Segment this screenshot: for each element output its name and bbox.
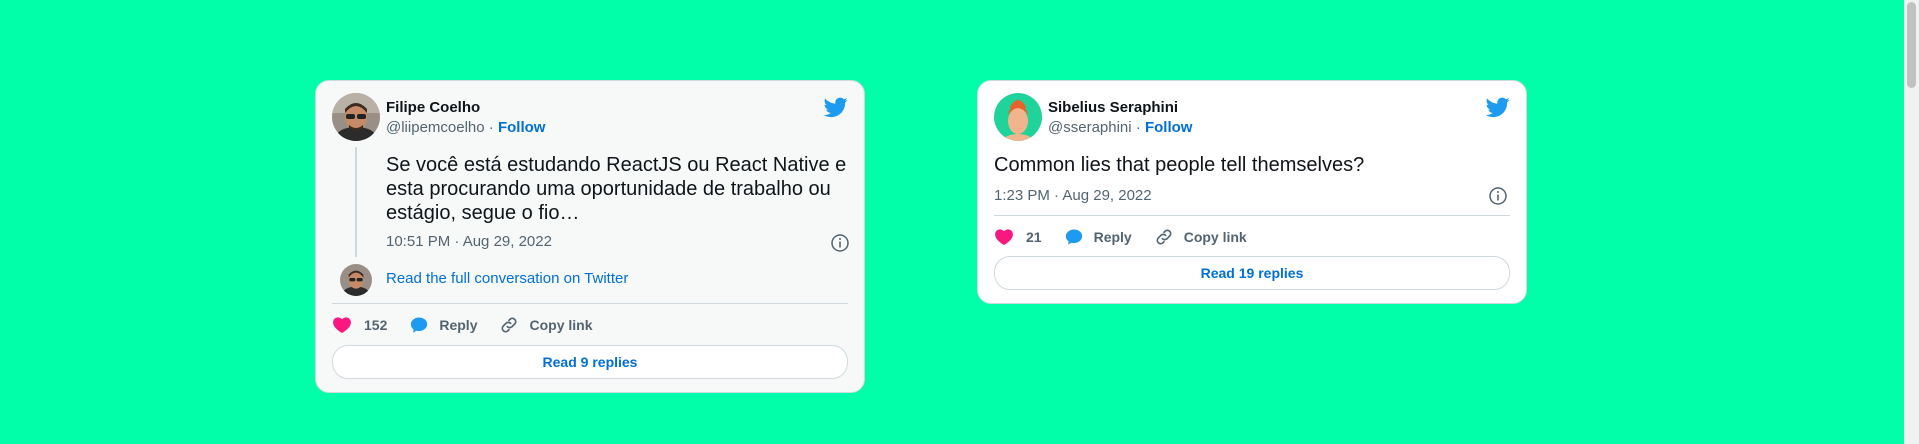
tweet-card-sibelius[interactable]: Sibelius Seraphini @sseraphini · Follow … (977, 80, 1527, 304)
author-handle-row: @sseraphini · Follow (1048, 119, 1192, 136)
read-replies-button[interactable]: Read 19 replies (994, 256, 1510, 290)
thread-line (355, 147, 357, 257)
copy-link-button[interactable]: Copy link (499, 315, 593, 335)
reply-label: Reply (439, 317, 478, 333)
tweet-timestamp[interactable]: 10:51 PM · Aug 29, 2022 (386, 233, 552, 250)
read-replies-button[interactable]: Read 9 replies (332, 345, 848, 379)
link-icon (502, 317, 517, 333)
tweet-header: Sibelius Seraphini @sseraphini · Follow (994, 93, 1510, 143)
info-icon[interactable] (830, 233, 850, 253)
like-count: 152 (364, 317, 388, 333)
divider (332, 303, 848, 304)
tweet-timestamp[interactable]: 1:23 PM · Aug 29, 2022 (994, 187, 1152, 204)
link-icon (1156, 229, 1172, 245)
tweet-card-filipe[interactable]: Filipe Coelho @liipemcoelho · Follow Se … (315, 80, 865, 393)
reply-bubble-icon (1065, 229, 1082, 245)
author-name[interactable]: Sibelius Seraphini (1048, 99, 1178, 116)
avatar-small (340, 264, 372, 296)
author-handle-row: @liipemcoelho · Follow (386, 119, 545, 136)
info-icon[interactable] (1488, 186, 1508, 206)
tweet-header: Filipe Coelho @liipemcoelho · Follow (332, 93, 848, 143)
scrollbar-thumb[interactable] (1907, 2, 1916, 88)
like-button[interactable]: 21 (994, 227, 1042, 247)
avatar[interactable] (994, 93, 1042, 141)
heart-icon (333, 317, 351, 333)
twitter-bird-icon[interactable] (824, 95, 848, 119)
tweet-text: Common lies that people tell themselves? (994, 154, 1365, 176)
twitter-bird-icon[interactable] (1486, 95, 1510, 119)
follow-button[interactable]: Follow (498, 119, 546, 136)
reply-button[interactable]: Reply (409, 315, 477, 335)
author-handle[interactable]: @sseraphini (1048, 119, 1132, 136)
read-conversation-link[interactable]: Read the full conversation on Twitter (386, 270, 628, 287)
author-handle[interactable]: @liipemcoelho (386, 119, 485, 136)
avatar[interactable] (332, 93, 380, 141)
tweet-text: Se você está estudando ReactJS ou React … (386, 154, 847, 224)
action-bar: 152 Reply Copy link (332, 311, 615, 339)
reply-label: Reply (1093, 229, 1132, 245)
divider (994, 215, 1510, 216)
separator: · (488, 119, 494, 136)
heart-icon (995, 229, 1013, 245)
scrollbar[interactable] (1904, 0, 1919, 444)
action-bar: 21 Reply Copy link (994, 223, 1269, 251)
author-name[interactable]: Filipe Coelho (386, 99, 480, 116)
follow-button[interactable]: Follow (1145, 119, 1193, 136)
like-count: 21 (1026, 229, 1042, 245)
separator: · (1135, 119, 1141, 136)
copy-link-label: Copy link (529, 317, 593, 333)
reply-bubble-icon (411, 317, 428, 333)
reply-button[interactable]: Reply (1064, 227, 1132, 247)
copy-link-button[interactable]: Copy link (1154, 227, 1247, 247)
like-button[interactable]: 152 (332, 315, 387, 335)
copy-link-label: Copy link (1183, 229, 1247, 245)
